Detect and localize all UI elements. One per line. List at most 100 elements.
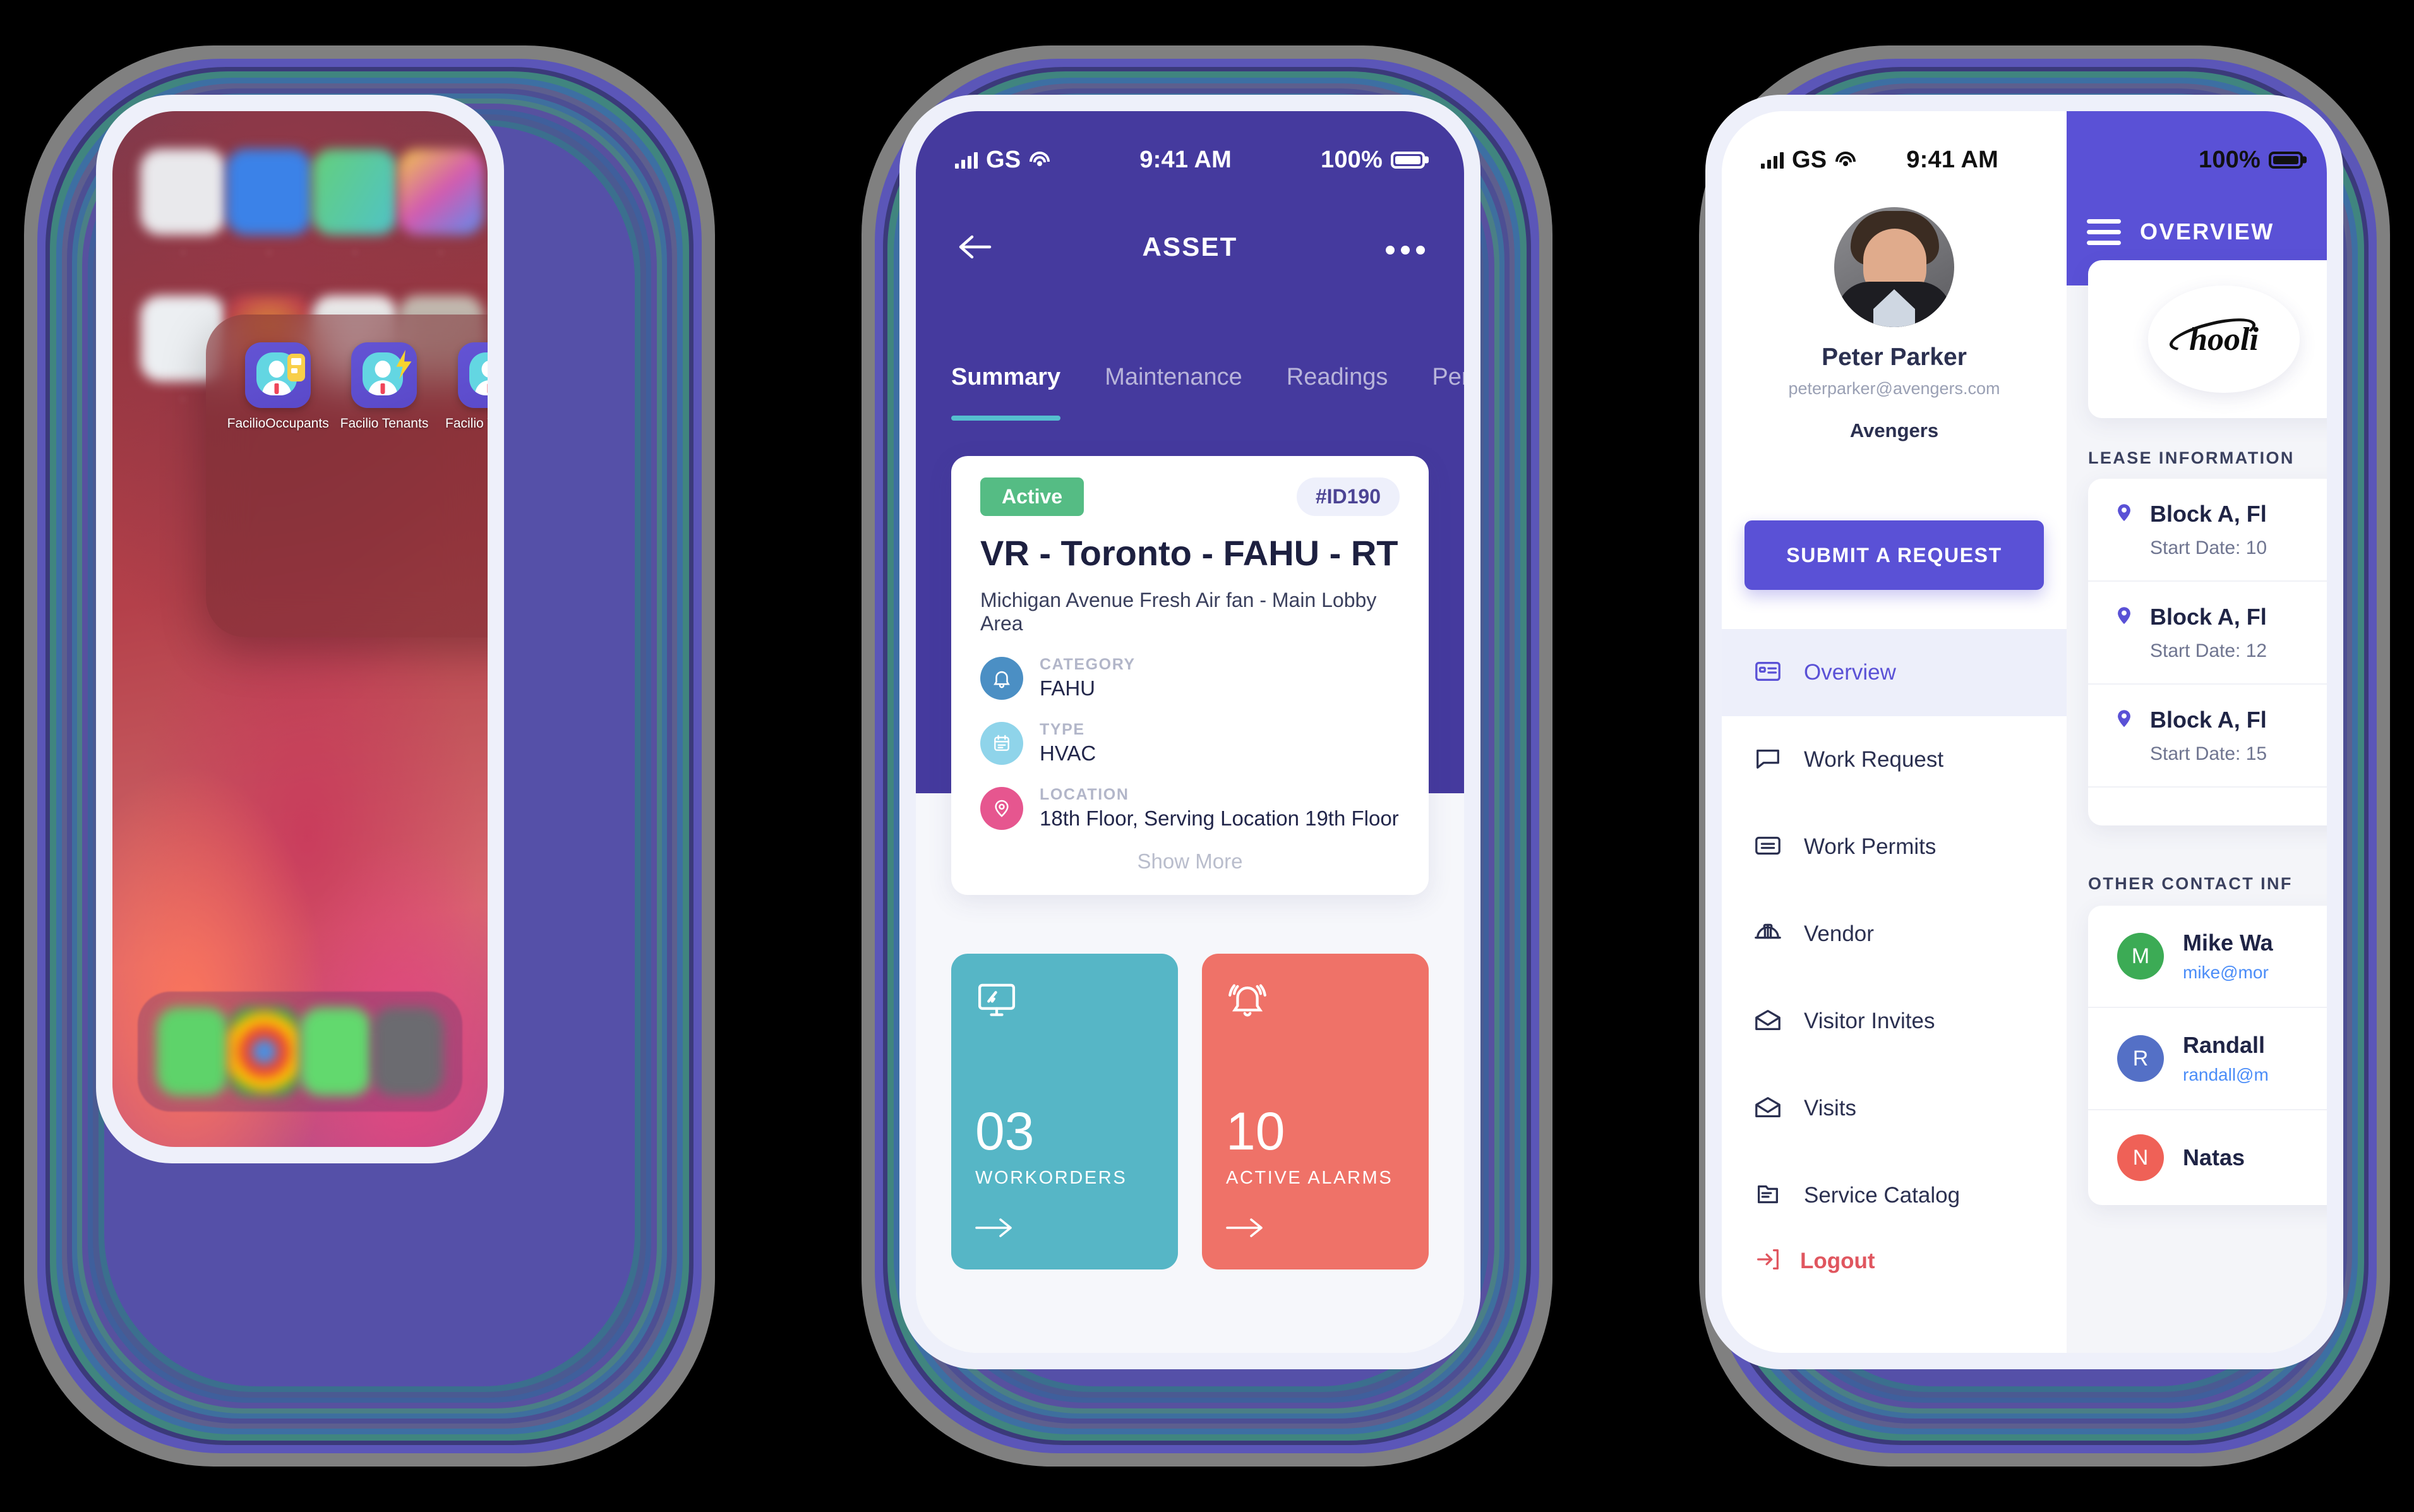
- app-facilio-occupants[interactable]: FacilioOccupants: [227, 342, 329, 431]
- overview-panel: 100% OVERVIEW hooli LEASE INFORMATION Bl…: [2067, 111, 2327, 1353]
- overview-toolbar: OVERVIEW: [2087, 219, 2274, 245]
- app-label: ·: [438, 244, 443, 260]
- app-label: FacilioOccupants: [227, 416, 329, 431]
- app-icon-3[interactable]: [312, 149, 398, 235]
- app-icon-2[interactable]: [226, 149, 312, 235]
- location-pin-icon: [2113, 706, 2135, 733]
- home-app-cell[interactable]: ·: [398, 149, 484, 260]
- stat-card-active-alarms[interactable]: 10 ACTIVE ALARMS: [1202, 954, 1429, 1269]
- facilio-vendors-icon[interactable]: [457, 342, 488, 408]
- stat-value: 03: [975, 1101, 1035, 1161]
- list-item[interactable]: Block A, Fl Start Date: 15: [2088, 685, 2327, 788]
- side-menu-drawer: GS 9:41 AM Peter Parker peterparker@aven…: [1722, 111, 2067, 1353]
- other-contact-info-card: M Mike Wa mike@mor R Randall randall@m N…: [2088, 906, 2327, 1205]
- camera-icon[interactable]: [371, 1007, 443, 1096]
- sidebar-item-service-catalog[interactable]: Service Catalog: [1722, 1152, 2067, 1239]
- app-icon-1[interactable]: [140, 149, 226, 235]
- show-more-button[interactable]: Show More: [980, 849, 1400, 873]
- list-item[interactable]: M Mike Wa mike@mor: [2088, 906, 2327, 1008]
- asset-field-text: TYPE HVAC: [1040, 721, 1096, 765]
- tab-performance[interactable]: Perfo: [1432, 364, 1464, 421]
- right-arrow-icon[interactable]: [1226, 1210, 1405, 1244]
- asset-card-top: Active #ID190: [980, 477, 1400, 516]
- asset-field-location: LOCATION 18th Floor, Serving Location 19…: [980, 786, 1400, 831]
- status-bar-right: 100%: [2137, 111, 2327, 187]
- asset-subtitle: Michigan Avenue Fresh Air fan - Main Lob…: [980, 589, 1377, 635]
- status-bar: GS 9:41 AM 100%: [916, 111, 1464, 187]
- screenshot-stage: · · · · · · · · FacilioOccupants: [0, 0, 2414, 1512]
- app-label: ·: [267, 244, 272, 260]
- contact-email[interactable]: mike@mor: [2183, 963, 2273, 983]
- asset-stat-cards: 03 WORKORDERS 10 ACTIVE ALARMS: [951, 954, 1429, 1269]
- org-logo-card: hooli: [2088, 260, 2327, 418]
- sidebar-item-overview[interactable]: Overview: [1722, 629, 2067, 716]
- folder-app-row: FacilioOccupants Facilio Tenants Facilio: [206, 315, 488, 431]
- messages-icon[interactable]: [300, 1007, 372, 1096]
- contact-text: Natas: [2183, 1144, 2245, 1171]
- sidebar-item-work-permits[interactable]: Work Permits: [1722, 803, 2067, 891]
- avatar-initial: M: [2131, 944, 2150, 968]
- tab-summary[interactable]: Summary: [951, 364, 1061, 421]
- home-app-cell[interactable]: ·: [226, 149, 312, 260]
- sidebar-item-work-request[interactable]: Work Request: [1722, 716, 2067, 803]
- back-arrow-icon[interactable]: [951, 224, 998, 270]
- contact-text: Mike Wa mike@mor: [2183, 930, 2273, 983]
- sidebar-item-vendor[interactable]: Vendor: [1722, 891, 2067, 978]
- sidebar-item-label: Service Catalog: [1804, 1183, 1961, 1208]
- list-item[interactable]: N Natas: [2088, 1110, 2327, 1205]
- sidebar-item-label: Work Permits: [1804, 834, 1937, 859]
- app-facilio-vendors[interactable]: Facilio Vendors: [440, 342, 488, 431]
- logout-label: Logout: [1800, 1248, 1875, 1273]
- submit-request-button[interactable]: SUBMIT A REQUEST: [1744, 520, 2044, 590]
- status-right: 100%: [1321, 147, 1425, 174]
- chrome-icon[interactable]: [228, 1007, 300, 1096]
- field-key: LOCATION: [1040, 786, 1129, 803]
- contact-name: Natas: [2183, 1144, 2245, 1170]
- tab-readings[interactable]: Readings: [1287, 364, 1388, 421]
- list-item[interactable]: Block A, Fl Start Date: 10: [2088, 479, 2327, 582]
- wifi-icon: [1029, 152, 1050, 168]
- avatar-initial: N: [2132, 1145, 2149, 1170]
- contact-name: Randall: [2183, 1032, 2266, 1058]
- facilio-occupants-icon[interactable]: [245, 342, 311, 408]
- avatar[interactable]: [1834, 207, 1954, 327]
- sidebar-item-label: Overview: [1804, 660, 1896, 685]
- tab-maintenance[interactable]: Maintenance: [1105, 364, 1242, 421]
- yellow-card-badge: [287, 354, 306, 381]
- stat-card-workorders[interactable]: 03 WORKORDERS: [951, 954, 1178, 1269]
- list-item[interactable]: Block A, Fl Start Date: 12: [2088, 582, 2327, 685]
- field-key: CATEGORY: [1040, 656, 1136, 673]
- contact-email[interactable]: randall@m: [2183, 1065, 2269, 1085]
- home-app-cell[interactable]: ·: [312, 149, 398, 260]
- logout-button[interactable]: Logout: [1753, 1245, 1875, 1277]
- status-badge: Active: [980, 477, 1084, 516]
- home-app-cell[interactable]: ·: [140, 149, 226, 260]
- sidebar-item-label: Vendor: [1804, 921, 1874, 946]
- field-value: HVAC: [1040, 741, 1096, 765]
- app-label: Facilio Tenants: [340, 416, 429, 431]
- lease-information-heading: LEASE INFORMATION: [2088, 448, 2295, 467]
- facilio-folder-overlay[interactable]: FacilioOccupants Facilio Tenants Facilio: [206, 315, 488, 637]
- profile-name: Peter Parker: [1822, 344, 1967, 371]
- phone1-screen: · · · · · · · · FacilioOccupants: [112, 111, 488, 1147]
- app-label: ·: [181, 390, 186, 406]
- avatar: N: [2117, 1134, 2164, 1181]
- more-dots-icon[interactable]: [1382, 238, 1429, 256]
- sidebar-item-visits[interactable]: Visits: [1722, 1065, 2067, 1152]
- hard-hat-icon: [1753, 918, 1782, 951]
- phone-icon[interactable]: [157, 1007, 229, 1096]
- list-item[interactable]: R Randall randall@m: [2088, 1008, 2327, 1110]
- right-arrow-icon[interactable]: [975, 1210, 1154, 1244]
- profile-org: Avengers: [1849, 419, 1939, 441]
- field-key: TYPE: [1040, 721, 1085, 738]
- lease-start-date: Start Date: 10: [2150, 537, 2267, 558]
- app-facilio-tenants[interactable]: Facilio Tenants: [333, 342, 435, 431]
- field-value: 18th Floor, Serving Location 19th Floor: [1040, 807, 1399, 830]
- app-label: Facilio Vendors: [445, 416, 488, 431]
- lease-start-date: Start Date: 12: [2150, 640, 2267, 661]
- app-icon-4[interactable]: [398, 149, 484, 235]
- sidebar-item-visitor-invites[interactable]: Visitor Invites: [1722, 978, 2067, 1065]
- hamburger-menu-icon[interactable]: [2087, 219, 2121, 245]
- asset-title: VR - Toronto - FAHU - RT: [980, 533, 1398, 573]
- facilio-tenants-icon[interactable]: [351, 342, 417, 408]
